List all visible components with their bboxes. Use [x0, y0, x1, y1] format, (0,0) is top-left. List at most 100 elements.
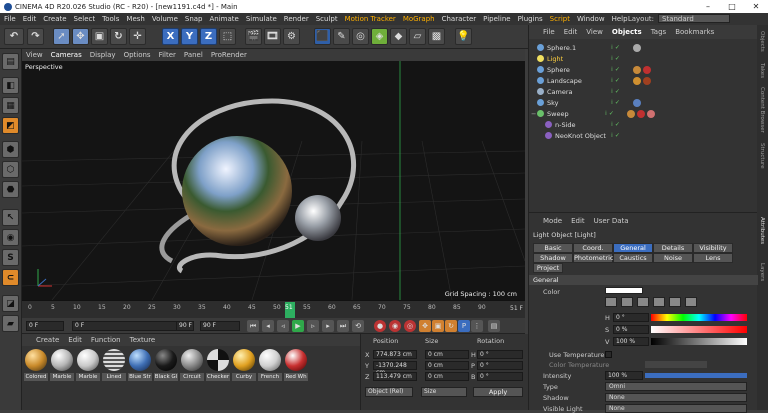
- color-wheel-icon[interactable]: [621, 297, 633, 307]
- visible-light-dropdown[interactable]: None: [605, 404, 747, 413]
- use-temperature-checkbox[interactable]: [605, 351, 612, 358]
- autokey-icon[interactable]: ◉: [389, 320, 401, 332]
- end-frame-field[interactable]: 90 F: [200, 321, 240, 331]
- visibility-flags[interactable]: ⁞ ✓: [611, 55, 633, 62]
- hue-field[interactable]: 0 °: [613, 313, 649, 322]
- enable-axis-icon[interactable]: ↖: [2, 209, 19, 226]
- obj-menu-edit[interactable]: Edit: [564, 28, 578, 36]
- attr-menu-mode[interactable]: Mode: [543, 217, 562, 225]
- points-mode-icon[interactable]: ⬢: [2, 141, 19, 158]
- menu-volume[interactable]: Volume: [152, 15, 178, 23]
- visibility-flags[interactable]: ⁞ ✓: [611, 44, 633, 51]
- next-frame-icon[interactable]: ▹: [307, 320, 319, 332]
- material-swatch[interactable]: French: [258, 349, 282, 383]
- material-swatch[interactable]: Circuit: [180, 349, 204, 383]
- material-menu-texture[interactable]: Texture: [130, 336, 156, 344]
- menu-select[interactable]: Select: [74, 15, 96, 23]
- maximize-icon[interactable]: □: [720, 0, 744, 13]
- menu-mograph[interactable]: MoGraph: [403, 15, 435, 23]
- tweak-mode-icon[interactable]: ◉: [2, 229, 19, 246]
- menu-sculpt[interactable]: Sculpt: [316, 15, 338, 23]
- object-row-light[interactable]: Light ⁞ ✓: [529, 53, 758, 64]
- color-rgb-icon[interactable]: [669, 297, 681, 307]
- material-swatch[interactable]: Black Gl: [154, 349, 178, 383]
- material-swatch[interactable]: Lined: [102, 349, 126, 383]
- record-position-icon[interactable]: ✥: [419, 320, 431, 332]
- move-tool-icon[interactable]: ✥: [72, 28, 89, 45]
- preview-start-field[interactable]: 0 F: [72, 321, 192, 331]
- timeline-ruler[interactable]: 0 5 10 15 20 25 30 35 40 45 50 51 55 60 …: [22, 300, 525, 318]
- attr-tab-coord[interactable]: Coord.: [573, 243, 613, 253]
- material-tag-icon[interactable]: [633, 98, 641, 107]
- menu-render[interactable]: Render: [284, 15, 309, 23]
- material-swatch[interactable]: Marble: [50, 349, 74, 383]
- attr-tab-basic[interactable]: Basic: [533, 243, 573, 253]
- menu-plugins[interactable]: Plugins: [518, 15, 543, 23]
- attr-menu-edit[interactable]: Edit: [571, 217, 585, 225]
- material-swatch[interactable]: Blue Str: [128, 349, 152, 383]
- prev-key-icon[interactable]: ◂: [262, 320, 274, 332]
- deformer-icon[interactable]: ◆: [390, 28, 407, 45]
- rot-b-field[interactable]: 0 °: [477, 372, 523, 381]
- redo-icon[interactable]: ↷: [27, 28, 44, 45]
- size-z-field[interactable]: 0 cm: [425, 372, 469, 381]
- menu-tools[interactable]: Tools: [102, 15, 119, 23]
- pos-y-field[interactable]: -1370.248 cm: [373, 361, 417, 376]
- value-field[interactable]: 100 %: [613, 337, 649, 346]
- camera-object-icon[interactable]: ▩: [428, 28, 445, 45]
- pen-spline-icon[interactable]: ✎: [333, 28, 350, 45]
- size-mode-dropdown[interactable]: Size: [421, 387, 467, 397]
- menu-pipeline[interactable]: Pipeline: [483, 15, 510, 23]
- side-tab-takes[interactable]: Takes: [759, 63, 765, 78]
- subdivision-surface-icon[interactable]: ◎: [352, 28, 369, 45]
- goto-end-icon[interactable]: ⏭: [337, 320, 349, 332]
- intensity-slider[interactable]: [645, 373, 747, 378]
- texture-mode-icon[interactable]: ▦: [2, 97, 19, 114]
- color-temperature-slider[interactable]: [645, 361, 707, 368]
- material-tag-icon[interactable]: [633, 43, 641, 52]
- saturation-slider[interactable]: [651, 326, 747, 333]
- attr-tab-caustics[interactable]: Caustics: [613, 253, 653, 263]
- viewport-menu-cameras[interactable]: Cameras: [51, 51, 82, 59]
- size-y-field[interactable]: 0 cm: [425, 361, 469, 370]
- z-axis-lock-button[interactable]: Z: [200, 28, 217, 45]
- color-image-icon[interactable]: [653, 297, 665, 307]
- visibility-flags[interactable]: ⁞ ✓: [611, 88, 633, 95]
- material-swatch[interactable]: Curby: [232, 349, 256, 383]
- cube-primitive-icon[interactable]: ⬛: [314, 28, 331, 45]
- rot-p-field[interactable]: 0 °: [477, 361, 523, 370]
- interpolation-icon[interactable]: ▤: [488, 320, 500, 332]
- material-tag-icon[interactable]: [647, 109, 655, 118]
- viewport-menu-view[interactable]: View: [26, 51, 43, 59]
- scale-tool-icon[interactable]: ▣: [91, 28, 108, 45]
- saturation-field[interactable]: 0 %: [613, 325, 649, 334]
- record-keys-icon[interactable]: ●: [374, 320, 386, 332]
- record-scale-icon[interactable]: ▣: [432, 320, 444, 332]
- prev-frame-icon[interactable]: ◃: [277, 320, 289, 332]
- make-editable-icon[interactable]: ▤: [2, 53, 19, 70]
- undo-icon[interactable]: ↶: [4, 28, 24, 45]
- record-pla-icon[interactable]: ⋮: [471, 320, 483, 332]
- goto-start-icon[interactable]: ⏮: [247, 320, 259, 332]
- array-generator-icon[interactable]: ◈: [371, 28, 388, 45]
- preview-end-field[interactable]: 90 F: [176, 321, 194, 331]
- menu-window[interactable]: Window: [577, 15, 605, 23]
- move-axis-icon[interactable]: ✛: [129, 28, 146, 45]
- workplane-lock-icon[interactable]: ◪: [2, 295, 19, 312]
- next-key-icon[interactable]: ▸: [322, 320, 334, 332]
- material-menu-edit[interactable]: Edit: [68, 336, 82, 344]
- obj-menu-objects[interactable]: Objects: [612, 28, 642, 36]
- attr-tab-project[interactable]: Project: [533, 263, 563, 273]
- object-row-sky[interactable]: Sky ⁞ ✓: [529, 97, 758, 108]
- attr-tab-lens[interactable]: Lens: [693, 253, 733, 263]
- attr-tab-visibility[interactable]: Visibility: [693, 243, 733, 253]
- color-swatch[interactable]: [605, 287, 643, 294]
- apply-button[interactable]: Apply: [473, 387, 523, 397]
- tag-icon[interactable]: [633, 76, 641, 85]
- record-parameter-icon[interactable]: P: [458, 320, 470, 332]
- attr-tab-noise[interactable]: Noise: [653, 253, 693, 263]
- size-x-field[interactable]: 0 cm: [425, 350, 469, 359]
- obj-menu-view[interactable]: View: [586, 28, 603, 36]
- side-tab-layers[interactable]: Layers: [759, 263, 765, 281]
- model-mode-icon[interactable]: ◧: [2, 77, 19, 94]
